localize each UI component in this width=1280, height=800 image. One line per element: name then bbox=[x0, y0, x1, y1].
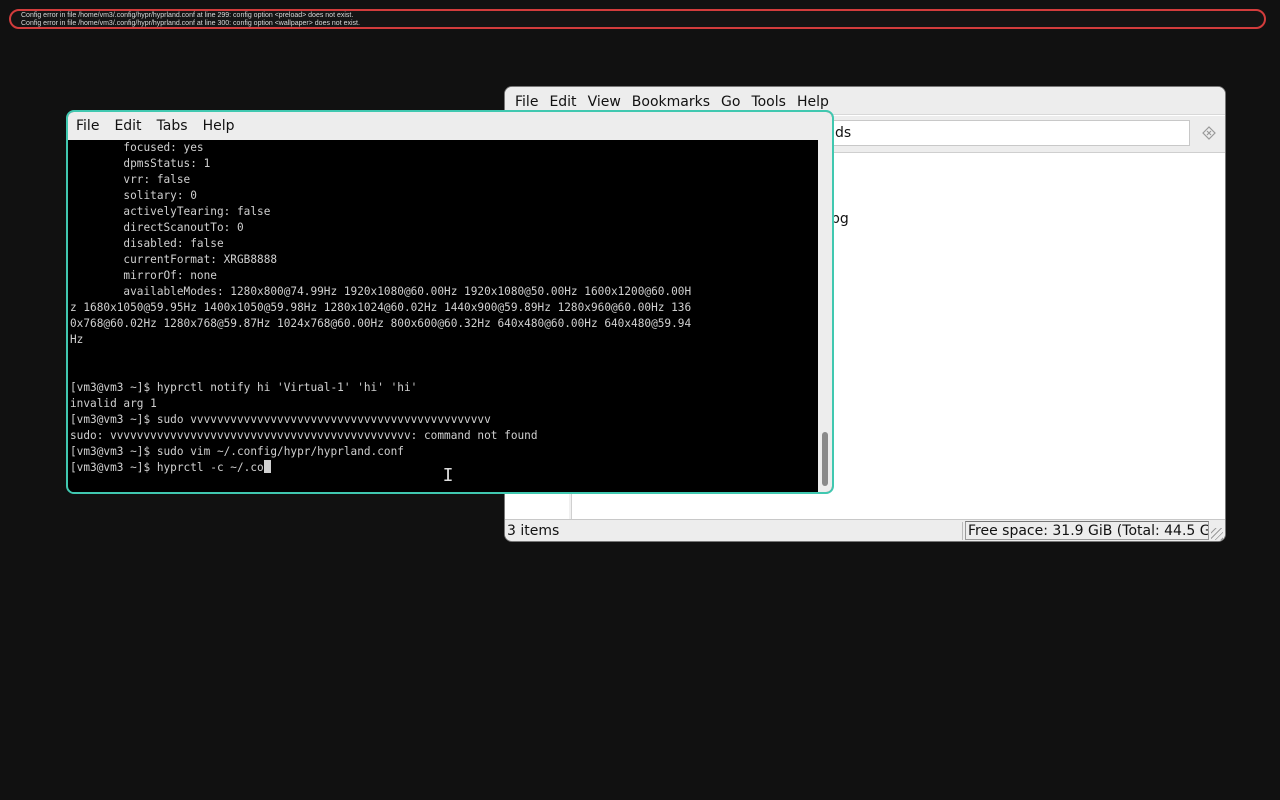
config-error-line-1: Config error in file /home/vm3/.config/h… bbox=[21, 12, 354, 19]
terminal-lines: focused: yes dpmsStatus: 1 vrr: false so… bbox=[70, 140, 816, 476]
terminal-line: directScanoutTo: 0 bbox=[70, 221, 244, 234]
terminal-line: [vm3@vm3 ~]$ sudo vim ~/.config/hypr/hyp… bbox=[70, 445, 404, 458]
fm-menu-view[interactable]: View bbox=[588, 92, 621, 110]
terminal-line: solitary: 0 bbox=[70, 189, 197, 202]
terminal-line: vrr: false bbox=[70, 173, 191, 186]
terminal-line: mirrorOf: none bbox=[70, 269, 217, 282]
terminal-line: [vm3@vm3 ~]$ hyprctl notify hi 'Virtual-… bbox=[70, 381, 418, 394]
terminal-menubar: File Edit Tabs Help bbox=[68, 112, 832, 140]
config-error-line-2: Config error in file /home/vm3/.config/h… bbox=[21, 20, 360, 27]
text-cursor bbox=[263, 460, 271, 473]
terminal-line: 0x768@60.02Hz 1280x768@59.87Hz 1024x768@… bbox=[70, 317, 692, 330]
term-menu-edit[interactable]: Edit bbox=[114, 118, 141, 134]
fm-menu-help[interactable]: Help bbox=[797, 92, 829, 110]
terminal-window: File Edit Tabs Help focused: yes dpmsSta… bbox=[66, 110, 834, 494]
term-menu-tabs[interactable]: Tabs bbox=[157, 118, 188, 134]
term-menu-help[interactable]: Help bbox=[203, 118, 235, 134]
scrollbar-thumb[interactable] bbox=[822, 432, 828, 486]
terminal-line: currentFormat: XRGB8888 bbox=[70, 253, 278, 266]
resize-grip-icon[interactable] bbox=[1211, 528, 1223, 540]
current-command[interactable]: [vm3@vm3 ~]$ hyprctl -c ~/.co bbox=[70, 461, 264, 474]
fm-menu-bookmarks[interactable]: Bookmarks bbox=[632, 92, 710, 110]
terminal-line: dpmsStatus: 1 bbox=[70, 157, 211, 170]
item-count: 3 items bbox=[507, 522, 963, 540]
terminal-line: sudo: vvvvvvvvvvvvvvvvvvvvvvvvvvvvvvvvvv… bbox=[70, 429, 538, 442]
clear-location-icon[interactable] bbox=[1197, 120, 1221, 146]
location-bar[interactable]: ds bbox=[830, 120, 1190, 146]
free-space: Free space: 31.9 GiB (Total: 44.5 GiB) bbox=[965, 521, 1209, 540]
terminal-line: Hz bbox=[70, 333, 84, 346]
desktop: Config error in file /home/vm3/.config/h… bbox=[0, 0, 1280, 800]
ibeam-cursor-icon: I bbox=[442, 465, 454, 486]
fm-menu-go[interactable]: Go bbox=[721, 92, 740, 110]
terminal-line: [vm3@vm3 ~]$ sudo vvvvvvvvvvvvvvvvvvvvvv… bbox=[70, 413, 491, 426]
terminal-scrollbar[interactable] bbox=[818, 140, 832, 492]
fm-menu-tools[interactable]: Tools bbox=[751, 92, 786, 110]
terminal-line: activelyTearing: false bbox=[70, 205, 271, 218]
terminal-line: z 1680x1050@59.95Hz 1400x1050@59.98Hz 12… bbox=[70, 301, 692, 314]
fm-menu-edit[interactable]: Edit bbox=[549, 92, 576, 110]
config-error-banner: Config error in file /home/vm3/.config/h… bbox=[9, 9, 1266, 29]
terminal-line: availableModes: 1280x800@74.99Hz 1920x10… bbox=[70, 285, 692, 298]
file-manager-statusbar: 3 items Free space: 31.9 GiB (Total: 44.… bbox=[505, 519, 1225, 541]
terminal-line: disabled: false bbox=[70, 237, 224, 250]
terminal-line: invalid arg 1 bbox=[70, 397, 157, 410]
terminal-line: focused: yes bbox=[70, 141, 204, 154]
terminal-output[interactable]: focused: yes dpmsStatus: 1 vrr: false so… bbox=[70, 140, 816, 492]
term-menu-file[interactable]: File bbox=[76, 118, 99, 134]
fm-menu-file[interactable]: File bbox=[515, 92, 538, 110]
